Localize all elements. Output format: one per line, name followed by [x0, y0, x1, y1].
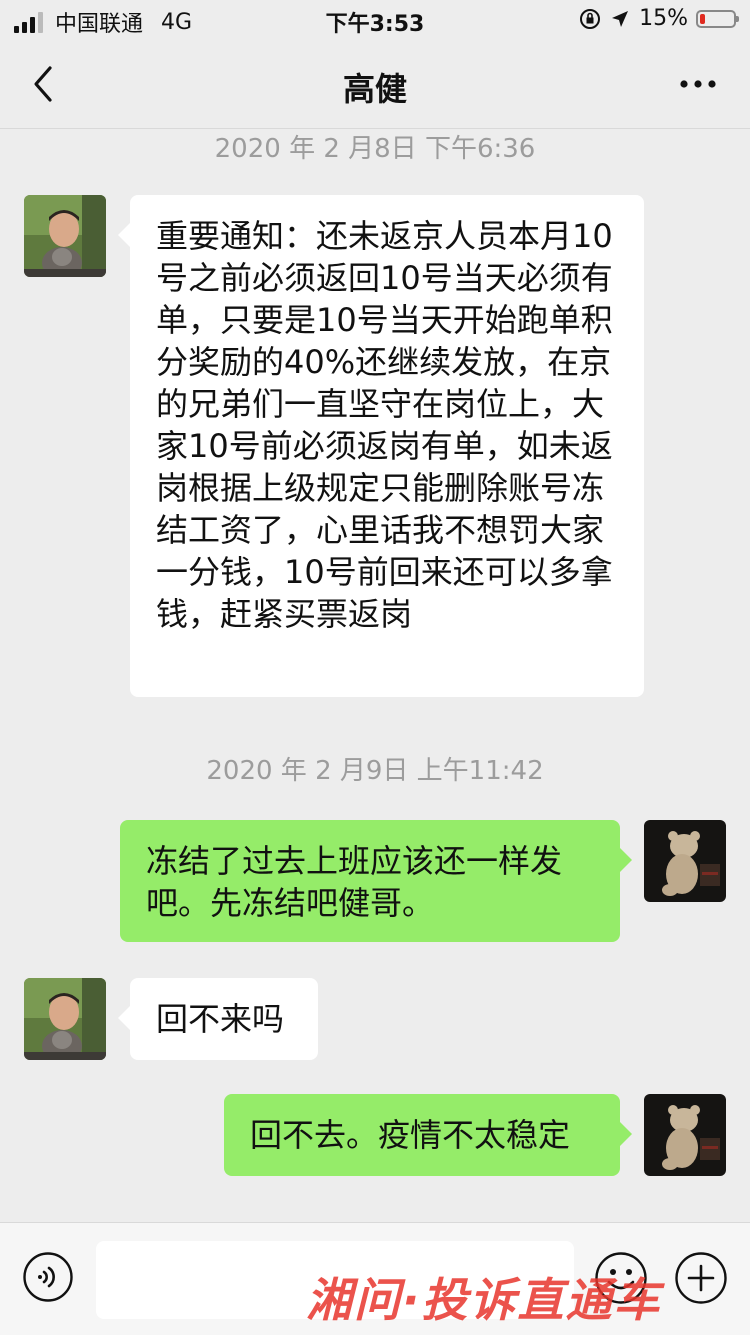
message-bubble-outgoing[interactable]: 冻结了过去上班应该还一样发吧。先冻结吧健哥。	[120, 820, 632, 942]
timestamp: 2020 年 2 月9日 上午11:42	[206, 756, 544, 786]
self-photo-icon	[644, 820, 726, 902]
avatar-self[interactable]	[644, 820, 726, 902]
self-photo-icon	[644, 1094, 726, 1176]
battery-icon	[696, 9, 739, 28]
voice-icon[interactable]	[22, 1251, 74, 1303]
watermark-logo: 湘问·投诉直通车	[306, 1273, 662, 1327]
contact-photo-icon	[24, 978, 106, 1060]
message-bubble-incoming[interactable]: 回不来吗	[118, 978, 318, 1060]
timestamp: 2020 年 2 月8日 下午6:36	[214, 134, 536, 164]
nav-bar: 高健	[0, 40, 750, 129]
message-bubble-outgoing[interactable]: 回不去。疫情不太稳定	[224, 1094, 632, 1176]
contact-photo-icon	[24, 195, 106, 277]
status-bar-right: 15%	[579, 6, 739, 31]
message-bubble-incoming[interactable]: 重要通知：还未返京人员本月10号之前必须返回10号当天必须有单，只要是10号当天…	[118, 195, 644, 697]
avatar-self[interactable]	[644, 1094, 726, 1176]
status-bar: 中国联通 4G 下午3:53 15%	[0, 0, 750, 40]
chat-title: 高健	[342, 70, 407, 108]
avatar-contact[interactable]	[24, 978, 106, 1060]
battery-level	[700, 13, 705, 24]
orientation-lock-icon	[580, 8, 601, 29]
plus-icon[interactable]	[674, 1251, 728, 1305]
location-arrow-icon	[612, 10, 629, 27]
battery-percent: 15%	[639, 6, 688, 31]
ellipsis-icon[interactable]	[678, 70, 718, 98]
avatar-contact[interactable]	[24, 195, 106, 277]
chat-area[interactable]: 2020 年 2 月8日 下午6:36 重要通知：还未返京人员本月10号之前必须…	[0, 128, 750, 1220]
